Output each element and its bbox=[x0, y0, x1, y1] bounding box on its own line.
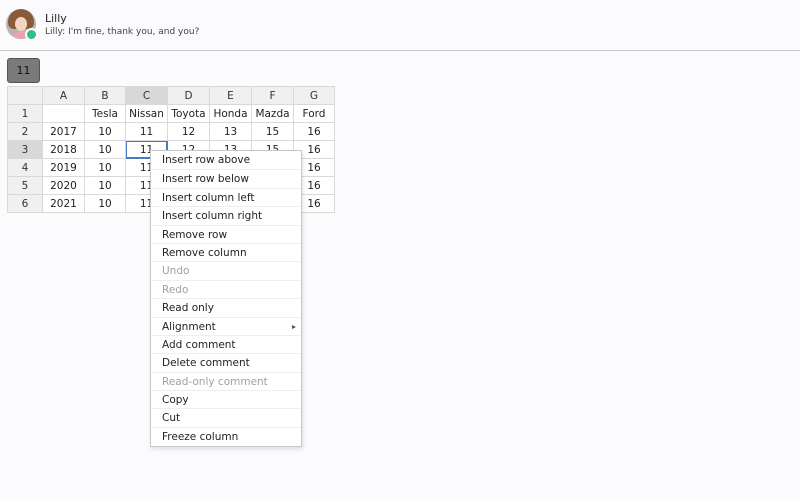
cell[interactable]: Mazda bbox=[251, 104, 294, 123]
row-header[interactable]: 5 bbox=[7, 176, 43, 195]
column-header[interactable]: E bbox=[209, 86, 252, 105]
cell[interactable]: Toyota bbox=[167, 104, 210, 123]
cell[interactable]: 10 bbox=[84, 158, 126, 177]
table-row: 1 Tesla Nissan Toyota Honda Mazda Ford bbox=[7, 104, 335, 123]
cell[interactable]: 2017 bbox=[42, 122, 85, 141]
row-header[interactable]: 4 bbox=[7, 158, 43, 177]
cell[interactable]: 2021 bbox=[42, 194, 85, 213]
column-header-row: A B C D E F G bbox=[7, 86, 335, 105]
cell[interactable]: 11 bbox=[125, 122, 168, 141]
menu-item-freeze-column[interactable]: Freeze column bbox=[151, 426, 301, 445]
row-header[interactable]: 6 bbox=[7, 194, 43, 213]
context-menu: Insert row above Insert row below Insert… bbox=[150, 150, 302, 447]
menu-item-remove-column[interactable]: Remove column bbox=[151, 242, 301, 261]
cell[interactable]: 16 bbox=[293, 122, 335, 141]
column-header[interactable]: D bbox=[167, 86, 210, 105]
menu-item-insert-column-left[interactable]: Insert column left bbox=[151, 187, 301, 206]
cell[interactable]: 2018 bbox=[42, 140, 85, 159]
column-header[interactable]: F bbox=[251, 86, 294, 105]
row-header[interactable]: 2 bbox=[7, 122, 43, 141]
online-status-icon bbox=[25, 28, 38, 41]
cell[interactable]: 2020 bbox=[42, 176, 85, 195]
menu-item-remove-row[interactable]: Remove row bbox=[151, 224, 301, 243]
menu-item-insert-row-above[interactable]: Insert row above bbox=[151, 151, 301, 169]
menu-item-copy[interactable]: Copy bbox=[151, 390, 301, 408]
cell[interactable]: Nissan bbox=[125, 104, 168, 123]
menu-item-read-only[interactable]: Read only bbox=[151, 298, 301, 316]
cell[interactable]: Honda bbox=[209, 104, 252, 123]
table-row: 2 2017 10 11 12 13 15 16 bbox=[7, 122, 335, 141]
user-name[interactable]: Lilly bbox=[45, 12, 67, 25]
submenu-arrow-icon bbox=[292, 324, 296, 329]
menu-item-cut[interactable]: Cut bbox=[151, 408, 301, 426]
selected-value-display: 11 bbox=[7, 58, 40, 83]
menu-item-redo: Redo bbox=[151, 279, 301, 298]
column-header[interactable]: G bbox=[293, 86, 335, 105]
cell[interactable]: 10 bbox=[84, 140, 126, 159]
menu-item-alignment-label: Alignment bbox=[162, 320, 216, 333]
row-header[interactable]: 3 bbox=[7, 140, 43, 159]
cell[interactable]: 15 bbox=[251, 122, 294, 141]
cell[interactable]: Ford bbox=[293, 104, 335, 123]
row-header[interactable]: 1 bbox=[7, 104, 43, 123]
cell[interactable] bbox=[42, 104, 85, 123]
corner-cell[interactable] bbox=[7, 86, 43, 105]
cell[interactable]: 12 bbox=[167, 122, 210, 141]
cell[interactable]: 13 bbox=[209, 122, 252, 141]
cell[interactable]: 10 bbox=[84, 176, 126, 195]
column-header[interactable]: A bbox=[42, 86, 85, 105]
menu-item-alignment[interactable]: Alignment bbox=[151, 316, 301, 335]
cell[interactable]: 10 bbox=[84, 194, 126, 213]
menu-item-add-comment[interactable]: Add comment bbox=[151, 334, 301, 353]
column-header[interactable]: B bbox=[84, 86, 126, 105]
menu-item-undo: Undo bbox=[151, 261, 301, 279]
cell[interactable]: 2019 bbox=[42, 158, 85, 177]
menu-item-insert-column-right[interactable]: Insert column right bbox=[151, 206, 301, 224]
chat-header: Lilly Lilly: I'm fine, thank you, and yo… bbox=[0, 0, 800, 51]
column-header[interactable]: C bbox=[125, 86, 168, 105]
menu-item-delete-comment[interactable]: Delete comment bbox=[151, 353, 301, 371]
last-message: Lilly: I'm fine, thank you, and you? bbox=[45, 27, 200, 37]
menu-item-read-only-comment: Read-only comment bbox=[151, 371, 301, 390]
cell[interactable]: Tesla bbox=[84, 104, 126, 123]
cell[interactable]: 10 bbox=[84, 122, 126, 141]
menu-item-insert-row-below[interactable]: Insert row below bbox=[151, 169, 301, 187]
